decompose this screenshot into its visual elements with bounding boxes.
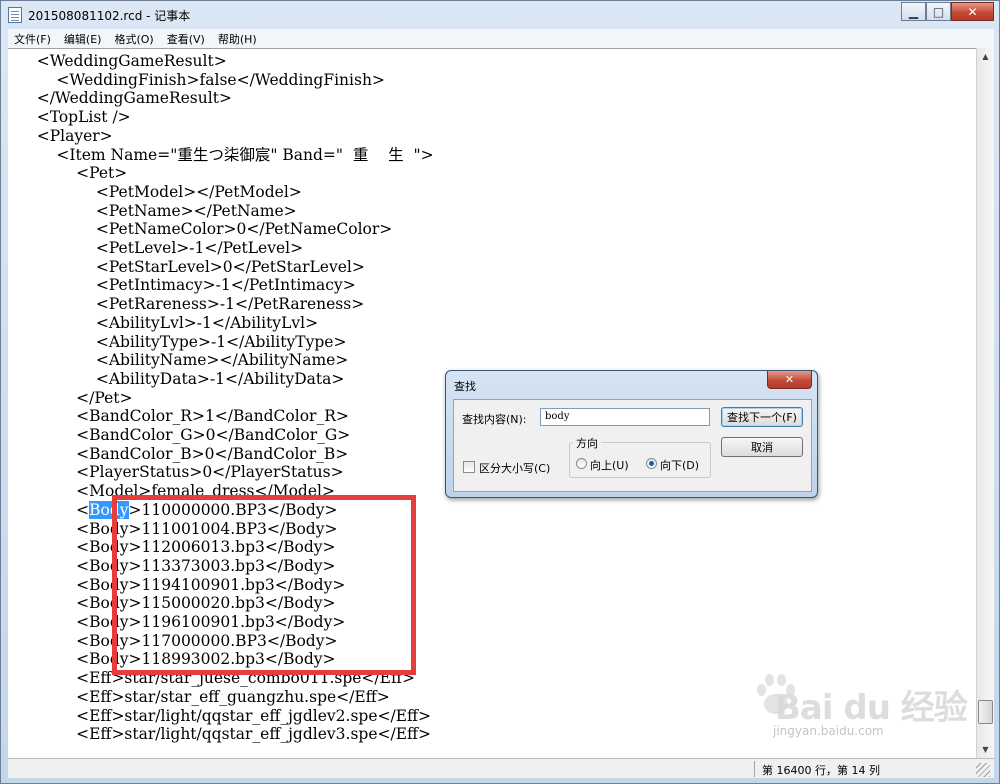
watermark-url: jingyan.baidu.com: [773, 724, 884, 738]
direction-label: 方向: [573, 435, 601, 451]
direction-up-label[interactable]: 向上(U): [590, 457, 629, 473]
text-line: <PlayerStatus>0</PlayerStatus>: [17, 463, 344, 482]
close-icon: ✕: [967, 4, 978, 19]
text-line: <WeddingFinish>false</WeddingFinish>: [17, 70, 385, 89]
find-dialog-title: 查找: [454, 380, 476, 393]
text-line: <PetNameColor>0</PetNameColor>: [17, 220, 393, 239]
text-line: <PetModel></PetModel>: [17, 182, 302, 201]
text-line: <PetIntimacy>-1</PetIntimacy>: [17, 276, 356, 295]
close-button[interactable]: ✕: [951, 2, 994, 21]
find-dialog: 查找 ✕ 查找内容(N): body 查找下一个(F) 取消 方向 向上(U) …: [445, 370, 818, 498]
close-icon: ✕: [784, 373, 795, 386]
minimize-icon: ▁: [908, 4, 919, 19]
cursor-position: 第 16400 行，第 14 列: [762, 764, 880, 777]
window-title: 201508081102.rcd - 记事本: [28, 9, 191, 23]
menu-format[interactable]: 格式(O): [108, 31, 160, 47]
text-line: <PetName></PetName>: [17, 201, 297, 220]
menu-help[interactable]: 帮助(H): [212, 31, 264, 47]
text-line: </WeddingGameResult>: [17, 89, 232, 108]
match-case-checkbox[interactable]: [463, 461, 475, 473]
text-line: <Eff>star/light/qqstar_eff_jgdlev3.spe</…: [17, 725, 432, 744]
text-line: <AbilityLvl>-1</AbilityLvl>: [17, 313, 319, 332]
text-line: <AbilityData>-1</AbilityData>: [17, 369, 345, 388]
title-bar[interactable]: 201508081102.rcd - 记事本 ▁ □ ✕: [1, 1, 999, 29]
text-line: <PetRareness>-1</PetRareness>: [17, 295, 365, 314]
watermark-brand: Bai du 经验: [775, 688, 968, 728]
menu-file[interactable]: 文件(F): [8, 31, 58, 47]
menu-view[interactable]: 查看(V): [161, 31, 212, 47]
text-line: <PetLevel>-1</PetLevel>: [17, 239, 304, 257]
notepad-window: 201508081102.rcd - 记事本 ▁ □ ✕ 文件(F) 编辑(E)…: [0, 0, 1000, 784]
text-line: </Pet>: [17, 388, 133, 407]
text-line: <BandColor_R>1</BandColor_R>: [17, 407, 349, 426]
text-line: <BandColor_G>0</BandColor_G>: [17, 426, 351, 444]
direction-down-label[interactable]: 向下(D): [660, 457, 699, 473]
text-line: <BandColor_B>0</BandColor_B>: [17, 444, 349, 463]
maximize-button[interactable]: □: [926, 2, 951, 21]
text-line: <WeddingGameResult>: [17, 52, 227, 70]
direction-down-radio[interactable]: [646, 458, 657, 469]
find-next-button[interactable]: 查找下一个(F): [721, 407, 803, 427]
status-divider: [754, 761, 755, 777]
text-line: <Eff>star/light/qqstar_eff_jgdlev2.spe</…: [17, 706, 432, 725]
text-line: <Pet>: [17, 164, 128, 183]
match-case-label[interactable]: 区分大小写(C): [479, 460, 550, 476]
find-dialog-body: 查找内容(N): body 查找下一个(F) 取消 方向 向上(U) 向下(D)…: [453, 399, 812, 492]
text-line: <Eff>star/star_eff_guangzhu.spe</Eff>: [17, 687, 390, 706]
text-line: <Player>: [17, 126, 113, 145]
find-what-input[interactable]: body: [540, 408, 710, 426]
text-line: <Item Name="重生つ柒御宸" Band=" 重 生 ">: [17, 145, 434, 164]
menu-edit[interactable]: 编辑(E): [58, 31, 109, 47]
text-segment: <: [17, 500, 90, 519]
resize-grip-icon[interactable]: [976, 763, 990, 777]
baidu-watermark: Bai du 经验 jingyan.baidu.com: [741, 666, 991, 746]
status-bar: 第 16400 行，第 14 列: [8, 758, 994, 778]
minimize-button[interactable]: ▁: [901, 2, 926, 21]
red-highlight-box: [112, 495, 416, 675]
text-line: <TopList />: [17, 108, 131, 127]
text-line: <AbilityType>-1</AbilityType>: [17, 332, 347, 351]
text-line: <PetStarLevel>0</PetStarLevel>: [17, 257, 365, 276]
maximize-icon: □: [932, 4, 945, 19]
menu-bar: 文件(F) 编辑(E) 格式(O) 查看(V) 帮助(H): [8, 29, 994, 48]
direction-up-radio[interactable]: [576, 458, 587, 469]
cancel-button[interactable]: 取消: [721, 437, 803, 457]
vertical-scrollbar[interactable]: ▲ ▼: [976, 48, 994, 758]
find-what-label: 查找内容(N):: [462, 413, 527, 426]
scroll-up-arrow-icon[interactable]: ▲: [977, 48, 994, 65]
text-line: <AbilityName></AbilityName>: [17, 351, 349, 370]
find-dialog-close-button[interactable]: ✕: [767, 371, 812, 389]
notepad-icon: [8, 7, 22, 23]
